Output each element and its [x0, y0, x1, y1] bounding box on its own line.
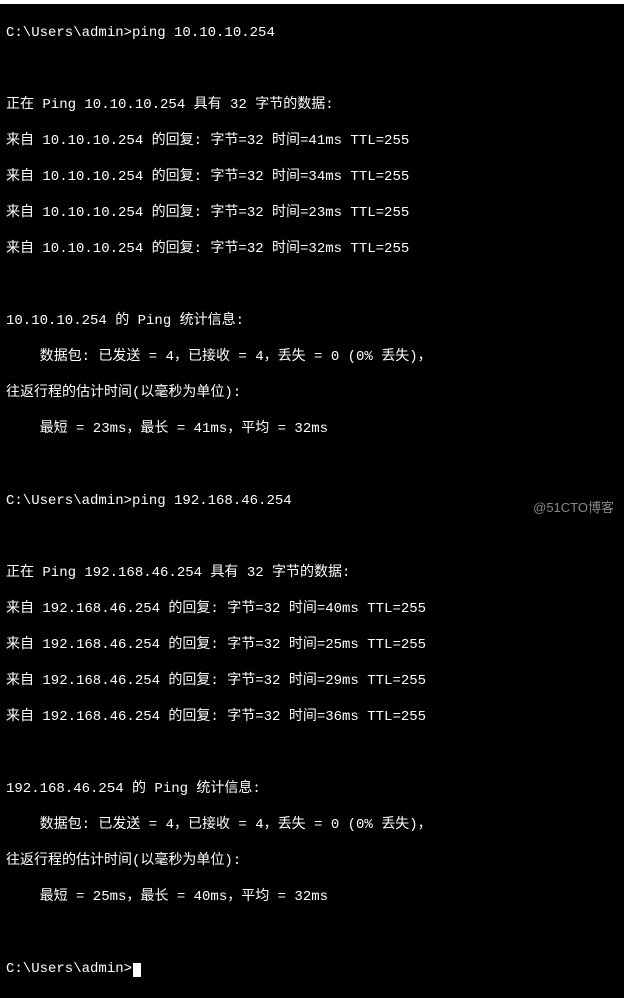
command-prompt[interactable]: C:\Users\admin>	[6, 960, 618, 978]
ping-stats-packets: 数据包: 已发送 = 4，已接收 = 4，丢失 = 0 (0% 丢失)，	[6, 348, 618, 366]
prompt-text: C:\Users\admin>	[6, 961, 132, 977]
ping-reply: 来自 10.10.10.254 的回复: 字节=32 时间=34ms TTL=2…	[6, 168, 618, 186]
ping-rtt-header: 往返行程的估计时间(以毫秒为单位):	[6, 852, 618, 870]
command-line: C:\Users\admin>ping 10.10.10.254	[6, 24, 618, 42]
ping-rtt-header: 往返行程的估计时间(以毫秒为单位):	[6, 384, 618, 402]
ping-reply: 来自 192.168.46.254 的回复: 字节=32 时间=25ms TTL…	[6, 636, 618, 654]
ping-header: 正在 Ping 192.168.46.254 具有 32 字节的数据:	[6, 564, 618, 582]
ping-reply: 来自 10.10.10.254 的回复: 字节=32 时间=23ms TTL=2…	[6, 204, 618, 222]
ping-rtt-values: 最短 = 23ms，最长 = 41ms，平均 = 32ms	[6, 420, 618, 438]
blank-line	[6, 456, 618, 474]
ping-stats-packets: 数据包: 已发送 = 4，已接收 = 4，丢失 = 0 (0% 丢失)，	[6, 816, 618, 834]
ping-stats-header: 10.10.10.254 的 Ping 统计信息:	[6, 312, 618, 330]
blank-line	[6, 60, 618, 78]
blank-line	[6, 528, 618, 546]
ping-reply: 来自 192.168.46.254 的回复: 字节=32 时间=40ms TTL…	[6, 600, 618, 618]
blank-line	[6, 744, 618, 762]
cursor	[133, 963, 141, 977]
ping-reply: 来自 10.10.10.254 的回复: 字节=32 时间=41ms TTL=2…	[6, 132, 618, 150]
watermark-text: @51CTO博客	[533, 499, 614, 517]
command-line: C:\Users\admin>ping 192.168.46.254	[6, 492, 618, 510]
ping-reply: 来自 192.168.46.254 的回复: 字节=32 时间=36ms TTL…	[6, 708, 618, 726]
ping-reply: 来自 192.168.46.254 的回复: 字节=32 时间=29ms TTL…	[6, 672, 618, 690]
ping-rtt-values: 最短 = 25ms，最长 = 40ms，平均 = 32ms	[6, 888, 618, 906]
blank-line	[6, 276, 618, 294]
blank-line	[6, 924, 618, 942]
ping-header: 正在 Ping 10.10.10.254 具有 32 字节的数据:	[6, 96, 618, 114]
ping-reply: 来自 10.10.10.254 的回复: 字节=32 时间=32ms TTL=2…	[6, 240, 618, 258]
terminal-output[interactable]: C:\Users\admin>ping 10.10.10.254 正在 Ping…	[0, 4, 624, 998]
ping-stats-header: 192.168.46.254 的 Ping 统计信息:	[6, 780, 618, 798]
